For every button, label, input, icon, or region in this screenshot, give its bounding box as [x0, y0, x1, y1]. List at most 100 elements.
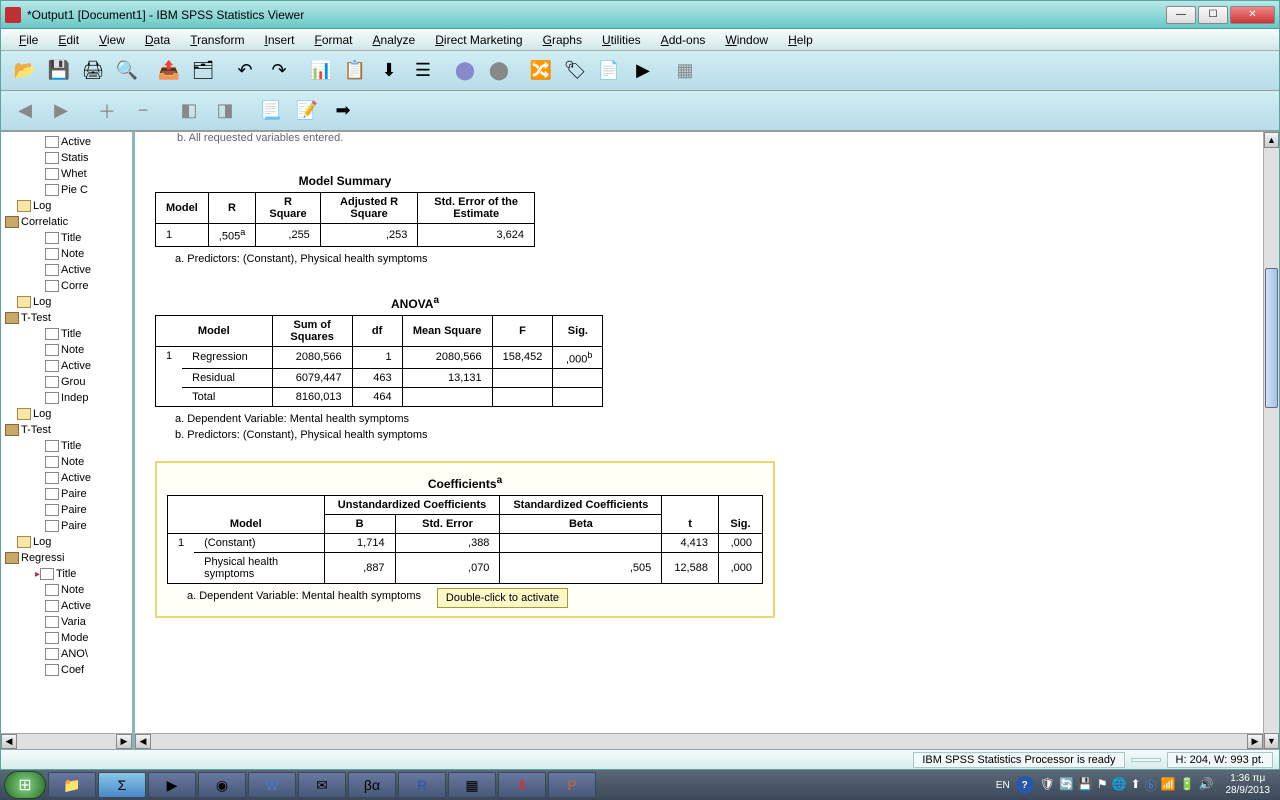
tray-lang[interactable]: EN	[996, 780, 1010, 791]
tree-item[interactable]: ANO\	[45, 646, 132, 662]
back-icon[interactable]: ◀	[9, 95, 41, 127]
tree-item[interactable]: ▸Title	[45, 566, 132, 582]
update-icon[interactable]: ⬆	[1131, 777, 1141, 794]
tree-item[interactable]: Whet	[45, 166, 132, 182]
model-summary-table[interactable]: Model R R Square Adjusted R Square Std. …	[155, 192, 535, 247]
insert-icon[interactable]: ⬤	[449, 55, 481, 87]
tray-icons[interactable]: 🛡 🔄 💾 ⚑ 🌐 ⬆ ⓑ 📶 🔋 🔊	[1040, 777, 1214, 794]
scroll-left-icon[interactable]: ◀	[1, 734, 17, 749]
outline-pane[interactable]: ActiveStatisWhetPie CLog-CorrelaticTitle…	[1, 132, 135, 749]
menu-transform[interactable]: Transform	[182, 31, 252, 49]
start-button[interactable]: ⊞	[4, 771, 46, 799]
tree-item[interactable]: Note	[45, 582, 132, 598]
insert-text-icon[interactable]: 📝	[291, 95, 323, 127]
tree-item[interactable]: Active	[45, 470, 132, 486]
tree-item[interactable]: Active	[45, 262, 132, 278]
tree-item[interactable]: Note	[45, 342, 132, 358]
weight-icon[interactable]: ⬤	[483, 55, 515, 87]
export-icon[interactable]: 📤	[153, 55, 185, 87]
undo-icon[interactable]: ↶	[229, 55, 261, 87]
scroll-right-icon[interactable]: ▶	[1247, 734, 1263, 749]
collapse-icon[interactable]: −	[127, 95, 159, 127]
tree-item[interactable]: -T-Test	[17, 422, 132, 438]
hscroll-track[interactable]	[17, 734, 116, 749]
system-tray[interactable]: EN ? 🛡 🔄 💾 ⚑ 🌐 ⬆ ⓑ 📶 🔋 🔊 1:36 πμ 28/9/20…	[996, 773, 1276, 797]
battery-icon[interactable]: 🔋	[1180, 777, 1195, 794]
goto-data-icon[interactable]: 📊	[305, 55, 337, 87]
scroll-up-icon[interactable]: ▲	[1264, 132, 1279, 148]
menu-view[interactable]: View	[91, 31, 133, 49]
insert-heading-icon[interactable]: ◨	[209, 95, 241, 127]
menu-edit[interactable]: Edit	[50, 31, 87, 49]
tree-item[interactable]: Paire	[45, 486, 132, 502]
menu-data[interactable]: Data	[137, 31, 178, 49]
menu-analyze[interactable]: Analyze	[365, 31, 424, 49]
goto-case-icon[interactable]: 📋	[339, 55, 371, 87]
tree-item[interactable]: Log	[17, 534, 132, 550]
selected-output[interactable]: Coefficientsa Model Unstandardized Coeff…	[155, 461, 775, 618]
tree-item[interactable]: Title	[45, 326, 132, 342]
minimize-button[interactable]: —	[1166, 6, 1196, 24]
forward-icon[interactable]: ▶	[45, 95, 77, 127]
dialog-recall-icon[interactable]: 🗂	[187, 55, 219, 87]
scroll-right-icon[interactable]: ▶	[116, 734, 132, 749]
open-icon[interactable]: 📂	[9, 55, 41, 87]
scroll-left-icon[interactable]: ◀	[135, 734, 151, 749]
menu-file[interactable]: File	[11, 31, 46, 49]
run-icon[interactable]: ▶	[627, 55, 659, 87]
task-powerpoint[interactable]: P	[548, 772, 596, 798]
tree-item[interactable]: Coef	[45, 662, 132, 678]
task-media[interactable]: ▶	[148, 772, 196, 798]
scroll-down-icon[interactable]: ▼	[1264, 733, 1279, 749]
maximize-button[interactable]: ☐	[1198, 6, 1228, 24]
vscroll-track[interactable]	[1264, 148, 1279, 733]
volume-icon[interactable]: 🔊	[1199, 777, 1214, 794]
variables-icon[interactable]: ⬇	[373, 55, 405, 87]
print-icon[interactable]: 🖨	[77, 55, 109, 87]
help-icon[interactable]: ?	[1016, 776, 1034, 794]
menu-utilities[interactable]: Utilities	[594, 31, 649, 49]
tree-item[interactable]: Log	[17, 406, 132, 422]
use-sets-icon[interactable]: 📄	[593, 55, 625, 87]
taskbar[interactable]: ⊞ 📁 Σ ▶ ◉ W ✉ βα R ▦ ⬇ P EN ? 🛡 🔄 💾 ⚑ 🌐 …	[0, 770, 1280, 800]
tree-item[interactable]: Varia	[45, 614, 132, 630]
tree-item[interactable]: Log	[17, 294, 132, 310]
tree-item[interactable]: Note	[45, 454, 132, 470]
vscroll-thumb[interactable]	[1265, 268, 1278, 408]
task-acrobat[interactable]: ⬇	[498, 772, 546, 798]
tree-item[interactable]: Pie C	[45, 182, 132, 198]
tree-item[interactable]: Mode	[45, 630, 132, 646]
tree-item[interactable]: Paire	[45, 518, 132, 534]
tree-item[interactable]: Corre	[45, 278, 132, 294]
tree-item[interactable]: Active	[45, 598, 132, 614]
coef-table[interactable]: Model Unstandardized Coefficients Standa…	[167, 495, 763, 584]
tree-item[interactable]: Paire	[45, 502, 132, 518]
menu-insert[interactable]: Insert	[256, 31, 302, 49]
anova-table[interactable]: Model Sum of Squares df Mean Square F Si…	[155, 315, 603, 408]
output-body[interactable]: b. All requested variables entered. Mode…	[135, 132, 1263, 749]
task-beta[interactable]: βα	[348, 772, 396, 798]
task-chrome[interactable]: ◉	[198, 772, 246, 798]
insert-title-icon[interactable]: 📃	[255, 95, 287, 127]
tray-clock[interactable]: 1:36 πμ 28/9/2013	[1220, 773, 1277, 797]
menu-direct-marketing[interactable]: Direct Marketing	[427, 31, 530, 49]
task-r[interactable]: R	[398, 772, 446, 798]
task-spss[interactable]: Σ	[98, 772, 146, 798]
tree-item[interactable]: Statis	[45, 150, 132, 166]
select-icon[interactable]: ☰	[407, 55, 439, 87]
tree-item[interactable]: Log	[17, 198, 132, 214]
expand-icon[interactable]: ＋	[91, 95, 123, 127]
outline-hscroll[interactable]: ◀ ▶	[1, 733, 132, 749]
show-hide-icon[interactable]: ◧	[173, 95, 205, 127]
tree-item[interactable]: Indep	[45, 390, 132, 406]
tree-item[interactable]: Note	[45, 246, 132, 262]
task-outlook[interactable]: ✉	[298, 772, 346, 798]
tree-item[interactable]: Title	[45, 230, 132, 246]
sync-icon[interactable]: 🔄	[1059, 777, 1074, 794]
content-hscroll[interactable]: ◀ ▶	[135, 733, 1263, 749]
menu-add-ons[interactable]: Add-ons	[653, 31, 714, 49]
tree-item[interactable]: -T-Test	[17, 310, 132, 326]
db-icon[interactable]: 💾	[1078, 777, 1093, 794]
task-explorer[interactable]: 📁	[48, 772, 96, 798]
task-app1[interactable]: ▦	[448, 772, 496, 798]
